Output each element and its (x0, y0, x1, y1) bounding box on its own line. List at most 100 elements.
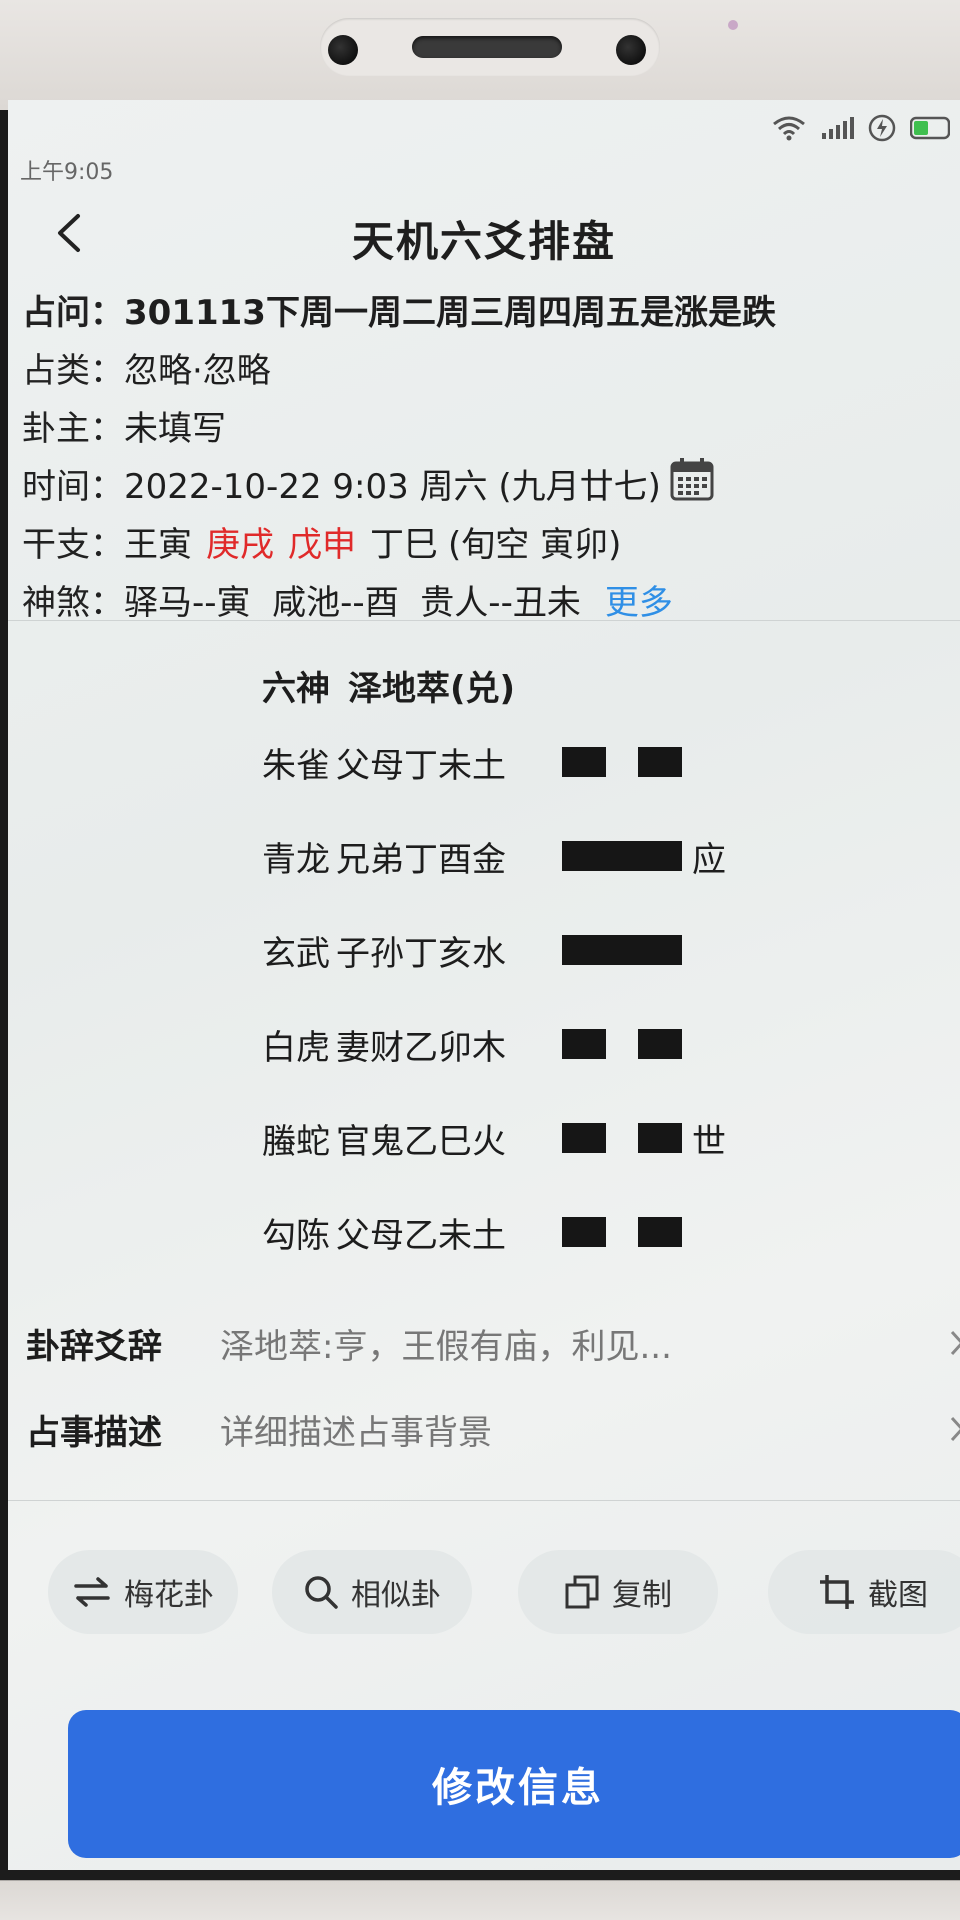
category-value: 忽略·忽略 (124, 350, 271, 391)
guaci-row[interactable]: 卦辞爻辞 泽地萃:亨，王假有庙，利见... (8, 1300, 960, 1386)
describe-row[interactable]: 占事描述 详细描述占事背景 (8, 1386, 960, 1472)
hexagram-panel: 六神 泽地萃(兑) 朱雀 父母丁未土 青龙 兄弟丁酉金 应玄武 子孙丁亥水 白虎 妻财乙卯木螣… (262, 655, 862, 1279)
status-bar: 上午9:05 (8, 100, 960, 185)
screenshot-button[interactable]: 截图 (768, 1550, 960, 1634)
status-time: 上午9:05 (20, 160, 114, 185)
shi-ying-marker: 世 (692, 1121, 726, 1162)
six-god-label: 朱雀 (262, 745, 330, 786)
phone-left-bezel (0, 110, 8, 1920)
owner-label: 卦主： (22, 408, 124, 449)
question-value: 301113下周一周二周三周四周五是涨是跌 (124, 292, 776, 333)
question-row: 占问： 301113下周一周二周三周四周五是涨是跌 (22, 280, 952, 338)
line-segment (562, 841, 682, 871)
similar-button[interactable]: 相似卦 (272, 1550, 472, 1634)
yao-text: 螣蛇 官鬼乙巳火 (262, 1114, 562, 1163)
yao-relation-label: 父母乙未土 (336, 1215, 506, 1256)
yao-text: 青龙 兄弟丁酉金 (262, 832, 562, 881)
signal-icon (820, 115, 854, 141)
search-icon (305, 1576, 338, 1609)
wifi-icon (772, 115, 806, 141)
shensha-label: 神煞： (22, 582, 124, 623)
chevron-right-icon (950, 1330, 960, 1356)
edit-info-button[interactable]: 修改信息 (68, 1710, 960, 1858)
line-segment (638, 1029, 682, 1059)
app-header: 天机六爻排盘 (8, 190, 960, 270)
question-label: 占问： (22, 292, 124, 333)
guaci-value: 泽地萃:亨，王假有庙，利见... (220, 1326, 672, 1367)
line-segment (638, 1217, 682, 1247)
yao-relation-label: 子孙丁亥水 (336, 933, 506, 974)
yao-relation-label: 兄弟丁酉金 (336, 839, 506, 880)
shensha-more-link[interactable]: 更多 (605, 575, 673, 624)
yin-line (562, 745, 682, 779)
swap-icon (74, 1577, 110, 1607)
action-bar: 梅花卦 相似卦 复制 截图 (8, 1550, 960, 1640)
app-screen: 上午9:05 天机六爻排盘 占问： 301113下周一周二周三周四周五是涨是跌 … (8, 100, 960, 1870)
earpiece-speaker (412, 36, 562, 58)
line-segment (562, 747, 606, 777)
copy-button[interactable]: 复制 (518, 1550, 718, 1634)
yao-text: 朱雀 父母丁未土 (262, 738, 562, 787)
six-god-label: 勾陈 (262, 1215, 330, 1256)
similar-label: 相似卦 (351, 1578, 441, 1613)
ganzhi-year: 王寅 (124, 524, 192, 565)
describe-value: 详细描述占事背景 (220, 1412, 492, 1453)
details-divider (8, 1500, 960, 1501)
six-god-label: 玄武 (262, 933, 330, 974)
line-segment (638, 747, 682, 777)
notification-led (728, 20, 738, 30)
yang-line (562, 839, 682, 873)
meihua-button[interactable]: 梅花卦 (48, 1550, 238, 1634)
line-segment (562, 1217, 606, 1247)
line-segment (562, 1123, 606, 1153)
charging-icon (868, 114, 896, 142)
owner-value: 未填写 (124, 408, 226, 449)
info-divider (8, 620, 960, 621)
six-god-label: 螣蛇 (262, 1121, 330, 1162)
ganzhi-hour: 丁巳 (370, 524, 438, 565)
yao-text: 勾陈 父母乙未土 (262, 1208, 562, 1257)
six-god-label: 白虎 (262, 1027, 330, 1068)
chevron-right-icon (950, 1416, 960, 1442)
copy-label: 复制 (612, 1578, 672, 1613)
yao-list: 朱雀 父母丁未土 青龙 兄弟丁酉金应玄武 子孙丁亥水 白虎 妻财乙卯木 螣蛇 官鬼乙巳火世勾陈父… (262, 715, 862, 1279)
six-god-label: 青龙 (262, 839, 330, 880)
shensha-value: 驿马--寅 咸池--酉 贵人--丑未 (124, 582, 581, 623)
six-gods-header: 六神 (262, 668, 330, 709)
crop-icon (820, 1575, 854, 1609)
line-segment (562, 1029, 606, 1059)
yao-row: 朱雀 父母丁未土 (262, 715, 862, 809)
yao-relation-label: 父母丁未土 (336, 745, 506, 786)
yao-row: 勾陈 父母乙未土 (262, 1185, 862, 1279)
hexagram-header: 六神 泽地萃(兑) (262, 655, 862, 715)
meihua-label: 梅花卦 (124, 1578, 214, 1613)
yang-line (562, 933, 682, 967)
line-segment (638, 1123, 682, 1153)
divination-info: 占问： 301113下周一周二周三周四周五是涨是跌 占类： 忽略·忽略 卦主： … (22, 280, 952, 628)
yin-line (562, 1027, 682, 1061)
yao-row: 玄武 子孙丁亥水 (262, 903, 862, 997)
status-icons (772, 114, 950, 142)
ganzhi-xunkong: (旬空 寅卯) (448, 524, 622, 565)
ganzhi-label: 干支： (22, 524, 124, 565)
front-camera (328, 35, 358, 65)
yao-row: 白虎 妻财乙卯木 (262, 997, 862, 1091)
screenshot-label: 截图 (868, 1578, 928, 1613)
yao-relation-label: 妻财乙卯木 (336, 1027, 506, 1068)
describe-label: 占事描述 (26, 1412, 162, 1453)
hexagram-name: 泽地萃(兑) (348, 668, 516, 709)
yin-line (562, 1215, 682, 1249)
yin-line (562, 1121, 682, 1155)
battery-icon (910, 116, 950, 140)
yao-row: 螣蛇 官鬼乙巳火 世 (262, 1091, 862, 1185)
phone-top-bezel (0, 0, 960, 110)
time-value: 2022-10-22 9:03 周六 (九月廿七) (124, 466, 661, 507)
page-title: 天机六爻排盘 (351, 217, 616, 266)
time-label: 时间： (22, 466, 124, 507)
ganzhi-month: 庚戌 (206, 524, 274, 565)
ganzhi-row: 干支： 王寅 庚戌 戊申 丁巳 (旬空 寅卯) (22, 512, 952, 570)
category-label: 占类： (22, 350, 124, 391)
yao-row: 青龙 兄弟丁酉金 应 (262, 809, 862, 903)
calendar-icon[interactable] (669, 456, 715, 511)
yao-text: 白虎 妻财乙卯木 (262, 1020, 562, 1069)
